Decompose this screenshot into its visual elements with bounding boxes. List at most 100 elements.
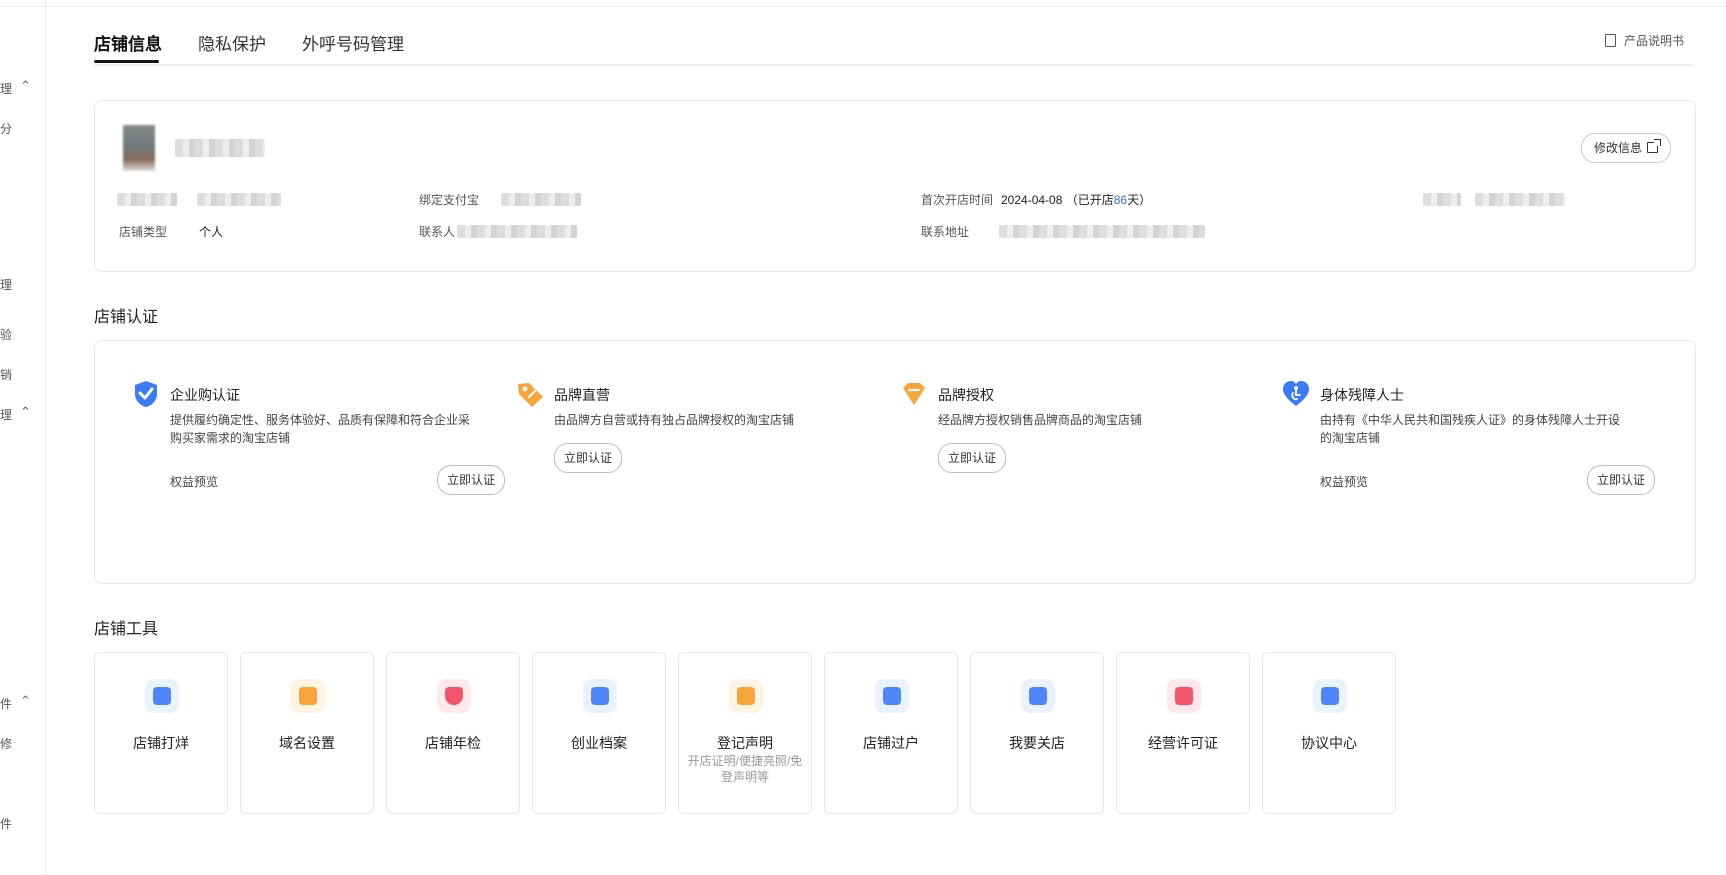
domain-icon (291, 679, 325, 713)
sidebar-item-8[interactable]: 修 (0, 735, 12, 752)
tool-label: 我要关店 (1009, 735, 1065, 751)
diamond-icon (903, 383, 925, 405)
sidebar-item-label: 修 (0, 737, 13, 751)
sidebar-item-2[interactable]: 分 (0, 120, 12, 137)
sidebar-item-4[interactable]: 验 (0, 326, 12, 343)
tool-sublabel: 开店证明/便捷亮照/免登声明等 (687, 754, 803, 784)
sidebar-item-label: 销 (0, 368, 13, 382)
sidebar-item-label: 件 (0, 817, 13, 831)
redacted-address (999, 225, 1205, 238)
sidebar-item-9[interactable]: 件 (0, 815, 12, 832)
manual-label: 产品说明书 (1623, 34, 1684, 48)
tools-section-title: 店铺工具 (94, 621, 159, 638)
tab-bar: 店铺信息 隐私保护 外呼号码管理 产品说明书 (94, 24, 1694, 66)
sidebar-item-label: 验 (0, 328, 13, 342)
redacted-value (197, 193, 281, 206)
close-shop-icon (1021, 679, 1055, 713)
edit-info-button[interactable]: 修改信息 (1580, 133, 1671, 163)
top-divider (0, 6, 1726, 7)
cert-desc: 提供履约确定性、服务体验好、品质有保障和符合企业采购买家需求的淘宝店铺 (170, 413, 471, 445)
tool-label: 店铺年检 (425, 735, 481, 751)
first-open-value: 2024-04-08 （已开店86天） (1001, 191, 1151, 208)
tab-shop-info[interactable]: 店铺信息 (94, 30, 162, 55)
shield-search-icon (437, 679, 471, 713)
sidebar: 理 ⌃ 分 理 验 销 理 ⌃ 件 ⌃ 修 件 (0, 0, 46, 875)
redacted-label (1423, 193, 1461, 206)
book-icon (1604, 34, 1616, 47)
redacted-label (117, 193, 177, 206)
tool-store-close[interactable]: 店铺打烊 (94, 652, 228, 814)
benefit-preview-link[interactable]: 权益预览 (170, 473, 218, 490)
agreement-icon (1313, 679, 1347, 713)
tool-label: 经营许可证 (1148, 735, 1218, 751)
tool-startup-archive[interactable]: 创业档案 (532, 652, 666, 814)
open-days: 86 (1113, 193, 1128, 207)
certify-button[interactable]: 立即认证 (938, 443, 1007, 473)
shield-check-icon (135, 381, 157, 407)
tool-label: 域名设置 (279, 735, 335, 751)
bind-alipay-label: 绑定支付宝 (419, 193, 480, 207)
tool-label: 店铺过户 (863, 735, 919, 751)
cert-card: 企业购认证 提供履约确定性、服务体验好、品质有保障和符合企业采购买家需求的淘宝店… (94, 340, 1696, 584)
sidebar-item-6[interactable]: 理 ⌃ (0, 404, 31, 423)
first-open-date: 2024-04-08 (1001, 193, 1063, 207)
tool-agreement-center[interactable]: 协议中心 (1262, 652, 1396, 814)
cert-desc: 由持有《中华人民共和国残疾人证》的身体残障人士开设的淘宝店铺 (1320, 413, 1621, 445)
cert-name: 身体残障人士 (1320, 387, 1404, 403)
shop-info-card: 修改信息 绑定支付宝 首次开店时间 2024-04-08 （已开店86天） 店铺… (94, 100, 1696, 272)
tab-outbound-numbers[interactable]: 外呼号码管理 (302, 30, 404, 55)
sidebar-item-label: 分 (0, 122, 13, 136)
shop-name-redacted (175, 139, 265, 157)
open-prefix: （已开店 (1065, 193, 1114, 207)
tool-annual-inspection[interactable]: 店铺年检 (386, 652, 520, 814)
transfer-icon (875, 679, 909, 713)
tag-icon (518, 383, 543, 407)
redacted-alipay (501, 193, 581, 206)
chevron-up-icon[interactable]: ⌃ (20, 78, 31, 94)
cert-section-title: 店铺认证 (94, 309, 159, 326)
tool-domain-settings[interactable]: 域名设置 (240, 652, 374, 814)
cert-name: 品牌授权 (938, 387, 994, 403)
active-tab-indicator (94, 60, 159, 63)
open-suffix: 天） (1127, 193, 1152, 207)
tool-label: 协议中心 (1301, 735, 1357, 751)
tool-registration-declaration[interactable]: 登记声明 开店证明/便捷亮照/免登声明等 (678, 652, 812, 814)
store-close-icon (145, 679, 179, 713)
tool-close-shop[interactable]: 我要关店 (970, 652, 1104, 814)
certify-button[interactable]: 立即认证 (1587, 465, 1656, 495)
shop-type-label: 店铺类型 (119, 225, 168, 239)
tool-shop-transfer[interactable]: 店铺过户 (824, 652, 958, 814)
tool-business-license[interactable]: 经营许可证 (1116, 652, 1250, 814)
accessibility-heart-icon (1283, 381, 1309, 406)
tool-label: 登记声明 (717, 735, 773, 751)
sidebar-item-7[interactable]: 件 ⌃ (0, 693, 31, 712)
tab-label: 隐私保护 (198, 35, 266, 54)
redacted-value (1475, 193, 1565, 206)
redacted-contact (457, 225, 577, 238)
tool-label: 创业档案 (571, 735, 627, 751)
sidebar-item-5[interactable]: 销 (0, 366, 12, 383)
certify-button[interactable]: 立即认证 (437, 465, 506, 495)
cert-name: 企业购认证 (170, 387, 240, 403)
cert-desc: 经品牌方授权销售品牌商品的淘宝店铺 (938, 413, 1143, 427)
license-folder-icon (1167, 679, 1201, 713)
address-label: 联系地址 (921, 225, 970, 239)
product-manual-link[interactable]: 产品说明书 (1604, 32, 1684, 49)
cert-desc: 由品牌方自营或持有独占品牌授权的淘宝店铺 (554, 413, 795, 427)
shop-type-value: 个人 (199, 225, 224, 239)
chevron-up-icon[interactable]: ⌃ (20, 693, 31, 709)
sidebar-item-label: 理 (0, 278, 13, 292)
certify-button[interactable]: 立即认证 (554, 443, 623, 473)
tab-label: 外呼号码管理 (302, 35, 404, 54)
benefit-preview-link[interactable]: 权益预览 (1320, 473, 1368, 490)
tool-label: 店铺打烊 (133, 735, 189, 751)
sidebar-item-3[interactable]: 理 (0, 276, 12, 293)
sidebar-item-label: 理 (0, 82, 13, 96)
chevron-up-icon[interactable]: ⌃ (20, 404, 31, 420)
tab-privacy[interactable]: 隐私保护 (198, 30, 266, 55)
sidebar-item-1[interactable]: 理 ⌃ (0, 78, 31, 97)
external-link-icon (1647, 139, 1661, 153)
first-open-label: 首次开店时间 (921, 193, 994, 207)
declaration-icon (729, 679, 763, 713)
tab-label: 店铺信息 (94, 35, 162, 54)
